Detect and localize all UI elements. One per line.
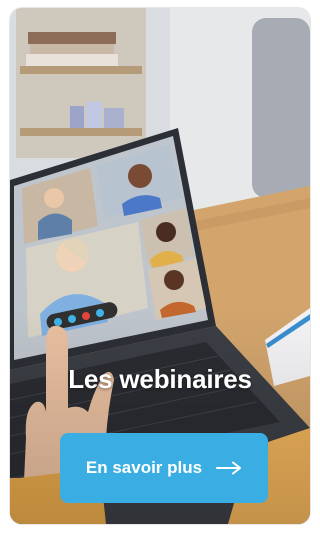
arrow-right-icon (216, 461, 242, 475)
learn-more-button[interactable]: En savoir plus (60, 433, 268, 503)
page: Les webinaires En savoir plus (0, 0, 319, 535)
learn-more-label: En savoir plus (85, 458, 203, 477)
webinar-card[interactable]: Les webinaires En savoir plus (10, 8, 310, 524)
card-title: Les webinaires (68, 364, 252, 394)
